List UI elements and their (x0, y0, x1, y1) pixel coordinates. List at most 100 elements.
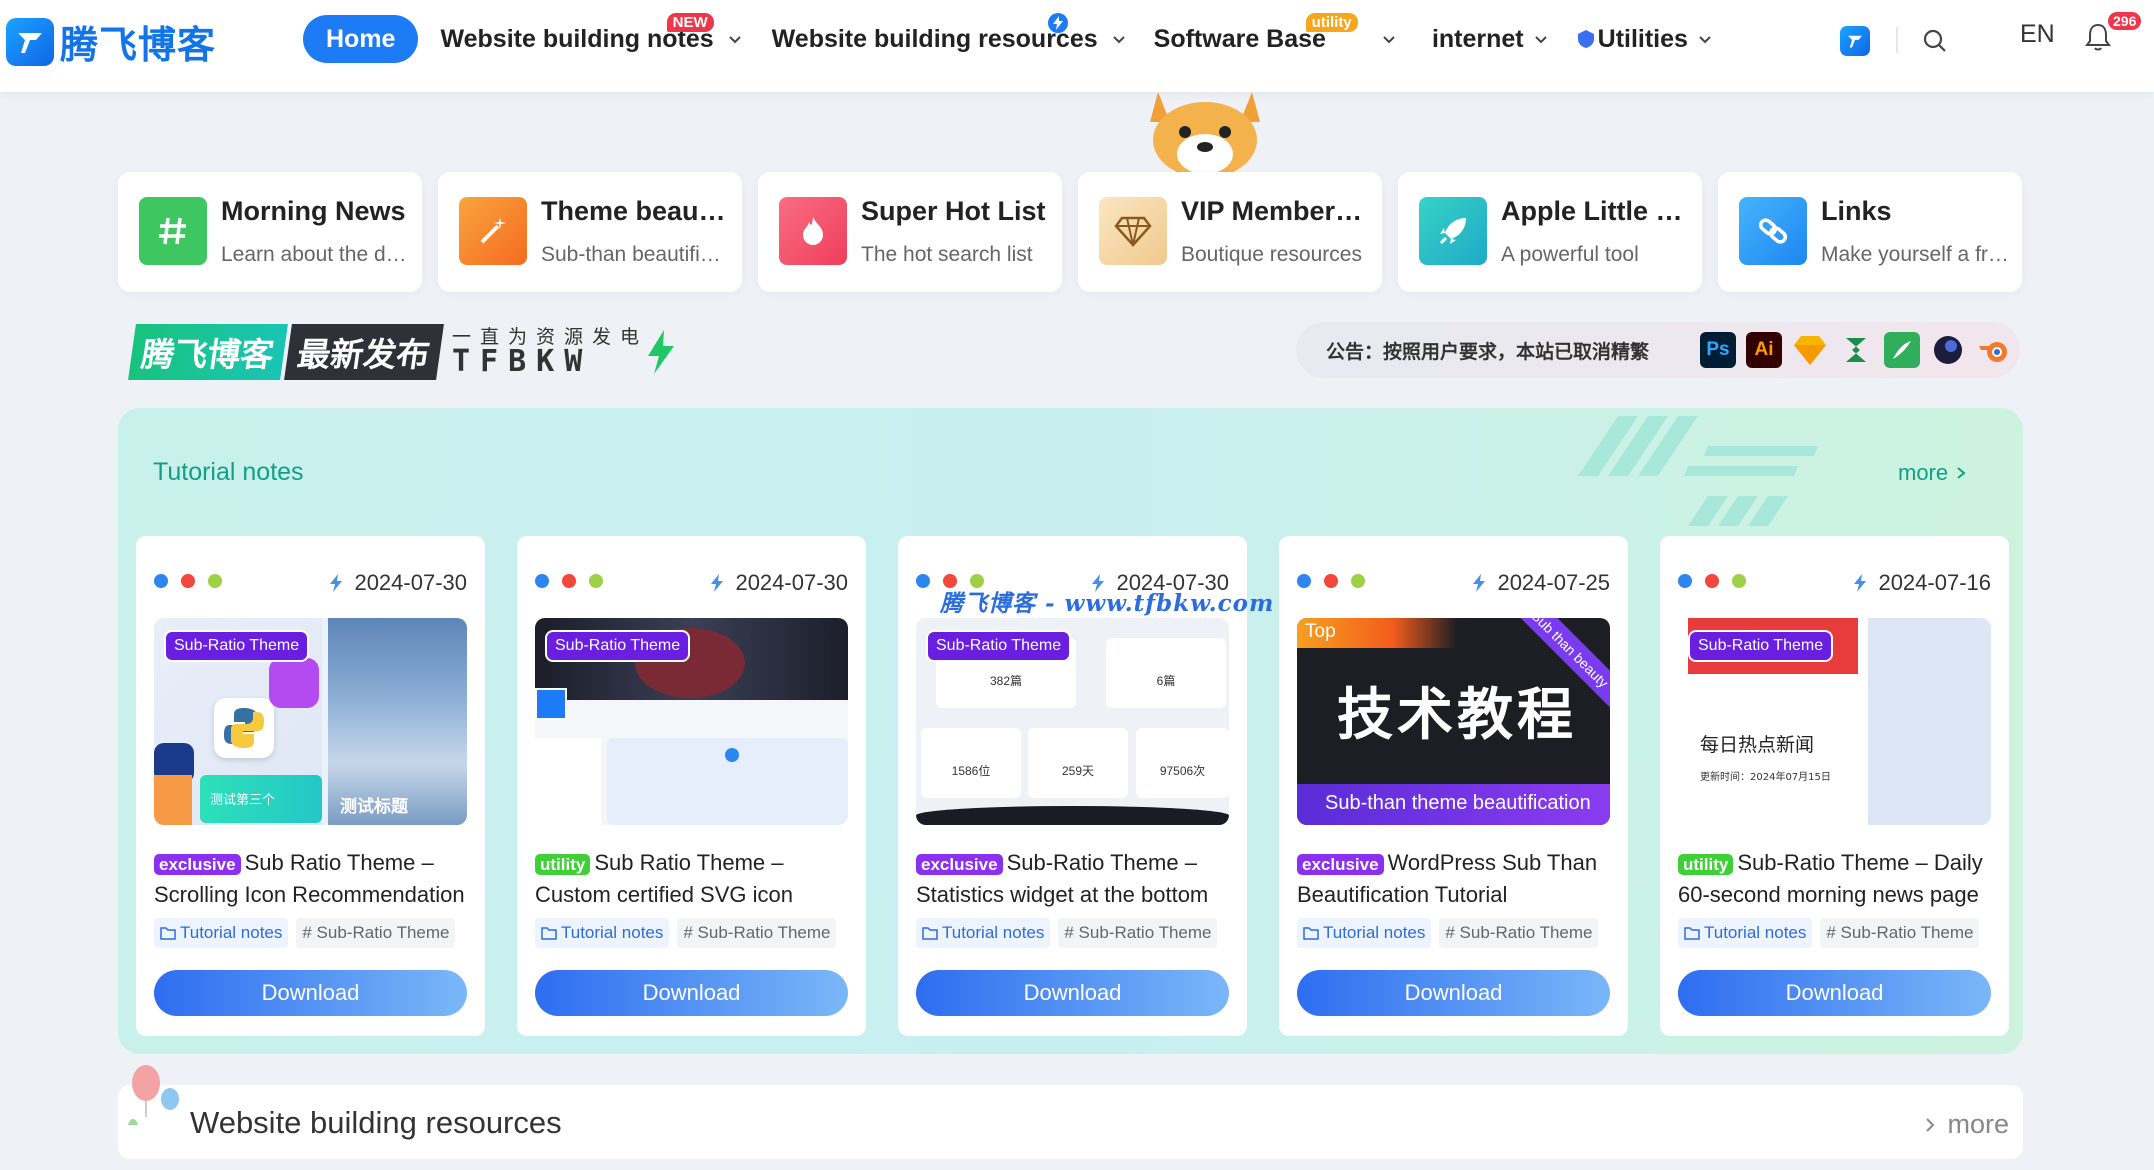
category-chip[interactable]: Tutorial notes (1297, 918, 1432, 948)
main-nav: Home Website building notes NEW Website … (303, 12, 1712, 63)
bolt-icon (1854, 574, 1867, 592)
coreldraw-icon[interactable] (1884, 332, 1920, 368)
section-title: Tutorial notes (153, 458, 304, 486)
post-thumbnail[interactable]: 每日热点新闻 更新时间：2024年07月15日 Sub-Ratio Theme (1678, 618, 1991, 825)
announcement-text: 公告：按照用户要求，本站已取消精繁 (1326, 340, 1650, 363)
post-thumbnail[interactable]: 测试第三个 测试标题 Sub-Ratio Theme (154, 618, 467, 825)
post-tags: Tutorial notes # Sub-Ratio Theme (535, 918, 837, 948)
blender-icon[interactable] (1976, 332, 2012, 368)
sketch-icon[interactable] (1792, 332, 1828, 368)
python-icon (214, 698, 274, 758)
post-card[interactable]: 2024-07-16 每日热点新闻 更新时间：2024年07月15日 Sub-R… (1660, 536, 2009, 1036)
watermark-text: 腾飞博客 - www.tfbkw.com (940, 590, 1275, 617)
quick-link-title: VIP Membership (1181, 196, 1371, 226)
tag-chip[interactable]: # Sub-Ratio Theme (677, 918, 837, 948)
post-title[interactable]: utility Sub-Ratio Theme – Daily 60-second… (1678, 848, 1991, 908)
download-button[interactable]: Download (916, 970, 1229, 1016)
quick-link-subtitle: Learn about the daily news (221, 243, 411, 266)
utility-badge: utility (1305, 12, 1358, 32)
quick-link-links[interactable]: Links Make yourself a friend (1718, 172, 2022, 292)
language-switch[interactable]: EN (2020, 20, 2055, 49)
chevron-down-icon (1112, 36, 1125, 44)
link-icon (1739, 197, 1807, 265)
quick-link-theme-beautification[interactable]: Theme beautification Sub-than beautifica… (438, 172, 742, 292)
category-label: Tutorial notes (1323, 923, 1426, 942)
chevron-right-icon (1957, 467, 1966, 479)
post-card[interactable]: 2024-07-30 Sub-Ratio Theme utility Sub Ra… (517, 536, 866, 1036)
category-label: Tutorial notes (561, 923, 664, 942)
nav-home[interactable]: Home (303, 15, 419, 63)
thumb-date: 更新时间：2024年07月15日 (1700, 772, 1831, 783)
nav-utilities[interactable]: Utilities (1576, 25, 1712, 54)
tag-chip[interactable]: # Sub-Ratio Theme (296, 918, 456, 948)
tutorial-notes-section: Tutorial notes more 2024-07-30 测试第三个 测试标… (118, 408, 2023, 1054)
bell-icon[interactable] (2084, 22, 2112, 52)
shield-icon (1577, 30, 1594, 48)
nav-website-building-notes[interactable]: Website building notes NEW (440, 12, 741, 54)
category-chip[interactable]: Tutorial notes (154, 918, 289, 948)
post-thumbnail[interactable]: 382篇 6篇 1586位 259天 97506次 Sub-Ratio Them… (916, 618, 1229, 825)
quick-link-title: Morning News (221, 196, 406, 226)
quick-link-super-hot-list[interactable]: Super Hot List The hot search list (758, 172, 1062, 292)
nav-website-building-resources[interactable]: Website building resources (772, 12, 1126, 54)
search-icon[interactable] (1922, 28, 1948, 54)
nav-label: Utilities (1597, 24, 1688, 53)
chevron-down-icon (1383, 36, 1395, 44)
diamond-icon (1099, 197, 1167, 265)
chevron-down-icon (1534, 36, 1547, 44)
illustrator-icon[interactable]: Ai (1746, 332, 1782, 368)
download-button[interactable]: Download (154, 970, 467, 1016)
c4d-icon[interactable] (1930, 332, 1966, 368)
tag-chip[interactable]: # Sub-Ratio Theme (1058, 918, 1218, 948)
download-button[interactable]: Download (1297, 970, 1610, 1016)
tag-chip[interactable]: # Sub-Ratio Theme (1820, 918, 1980, 948)
tag-chip[interactable]: # Sub-Ratio Theme (1439, 918, 1599, 948)
post-card[interactable]: 2024-07-25 Top 技术教程 Sub than beauty Sub-… (1279, 536, 1628, 1036)
category-label: Tutorial notes (180, 923, 283, 942)
header-divider (1896, 27, 1898, 53)
thumb-caption: Sub-than theme beautification (1297, 784, 1610, 825)
nav-software-base[interactable]: Software Base utility (1154, 12, 1396, 54)
post-title[interactable]: exclusive Sub-Ratio Theme – Statistics wi… (916, 848, 1229, 908)
folder-icon (1303, 927, 1319, 940)
nav-internet[interactable]: internet (1432, 25, 1548, 54)
more-label: more (1947, 1109, 2009, 1139)
post-title[interactable]: exclusive Sub Ratio Theme – Scrolling Ico… (154, 848, 467, 908)
chevron-down-icon (728, 36, 741, 44)
site-logo[interactable]: 腾飞博客 (6, 14, 216, 69)
download-button[interactable]: Download (535, 970, 848, 1016)
category-chip[interactable]: Tutorial notes (1678, 918, 1813, 948)
post-date: 2024-07-30 (707, 570, 848, 596)
website-building-resources-section: Website building resources more (118, 1065, 2023, 1159)
post-date-text: 2024-07-30 (735, 570, 848, 595)
download-button[interactable]: Download (1678, 970, 1991, 1016)
section-title: Website building resources (190, 1105, 562, 1140)
magic-wand-icon (459, 197, 527, 265)
quick-link-apple-little-rocket[interactable]: Apple Little Rocket A powerful tool (1398, 172, 1702, 292)
exclusive-tag: exclusive (916, 854, 1003, 875)
post-title[interactable]: exclusive WordPress Sub Than Beautificati… (1297, 848, 1610, 908)
quick-link-subtitle: The hot search list (861, 243, 1033, 266)
axure-icon[interactable] (1838, 332, 1874, 368)
resources-more-link[interactable]: more (1925, 1109, 2009, 1140)
post-thumbnail[interactable]: Sub-Ratio Theme (535, 618, 848, 825)
announcement-bar[interactable]: 公告：按照用户要求，本站已取消精繁 Ps Ai (1296, 322, 2020, 378)
quick-link-morning-news[interactable]: Morning News Learn about the daily news (118, 172, 422, 292)
category-chip[interactable]: Tutorial notes (535, 918, 670, 948)
photoshop-icon[interactable]: Ps (1700, 332, 1736, 368)
post-title[interactable]: utility Sub Ratio Theme – Custom certifie… (535, 848, 848, 908)
quick-link-title: Links (1821, 196, 1892, 226)
category-label: Tutorial notes (942, 923, 1045, 942)
tutorial-more-link[interactable]: more (1898, 460, 1966, 486)
post-card[interactable]: 2024-07-30 测试第三个 测试标题 Sub-Ratio Theme ex… (136, 536, 485, 1036)
post-thumbnail[interactable]: Top 技术教程 Sub than beauty Sub-than theme … (1297, 618, 1610, 825)
quick-link-vip-membership[interactable]: VIP Membership Boutique resources (1078, 172, 1382, 292)
top-header: 腾飞博客 Home Website building notes NEW Web… (0, 0, 2154, 92)
latest-release-banner[interactable]: 腾飞博客 最新发布 一直为资源发电 TFBKW (128, 324, 678, 380)
quick-link-subtitle: Make yourself a friend (1821, 243, 2011, 266)
category-chip[interactable]: Tutorial notes (916, 918, 1051, 948)
balloon-icon (128, 1065, 179, 1125)
thumb-big-text: 技术教程 (1337, 683, 1577, 748)
stat-box: 6篇 (1106, 638, 1226, 708)
app-logo-icon[interactable] (1840, 26, 1870, 56)
